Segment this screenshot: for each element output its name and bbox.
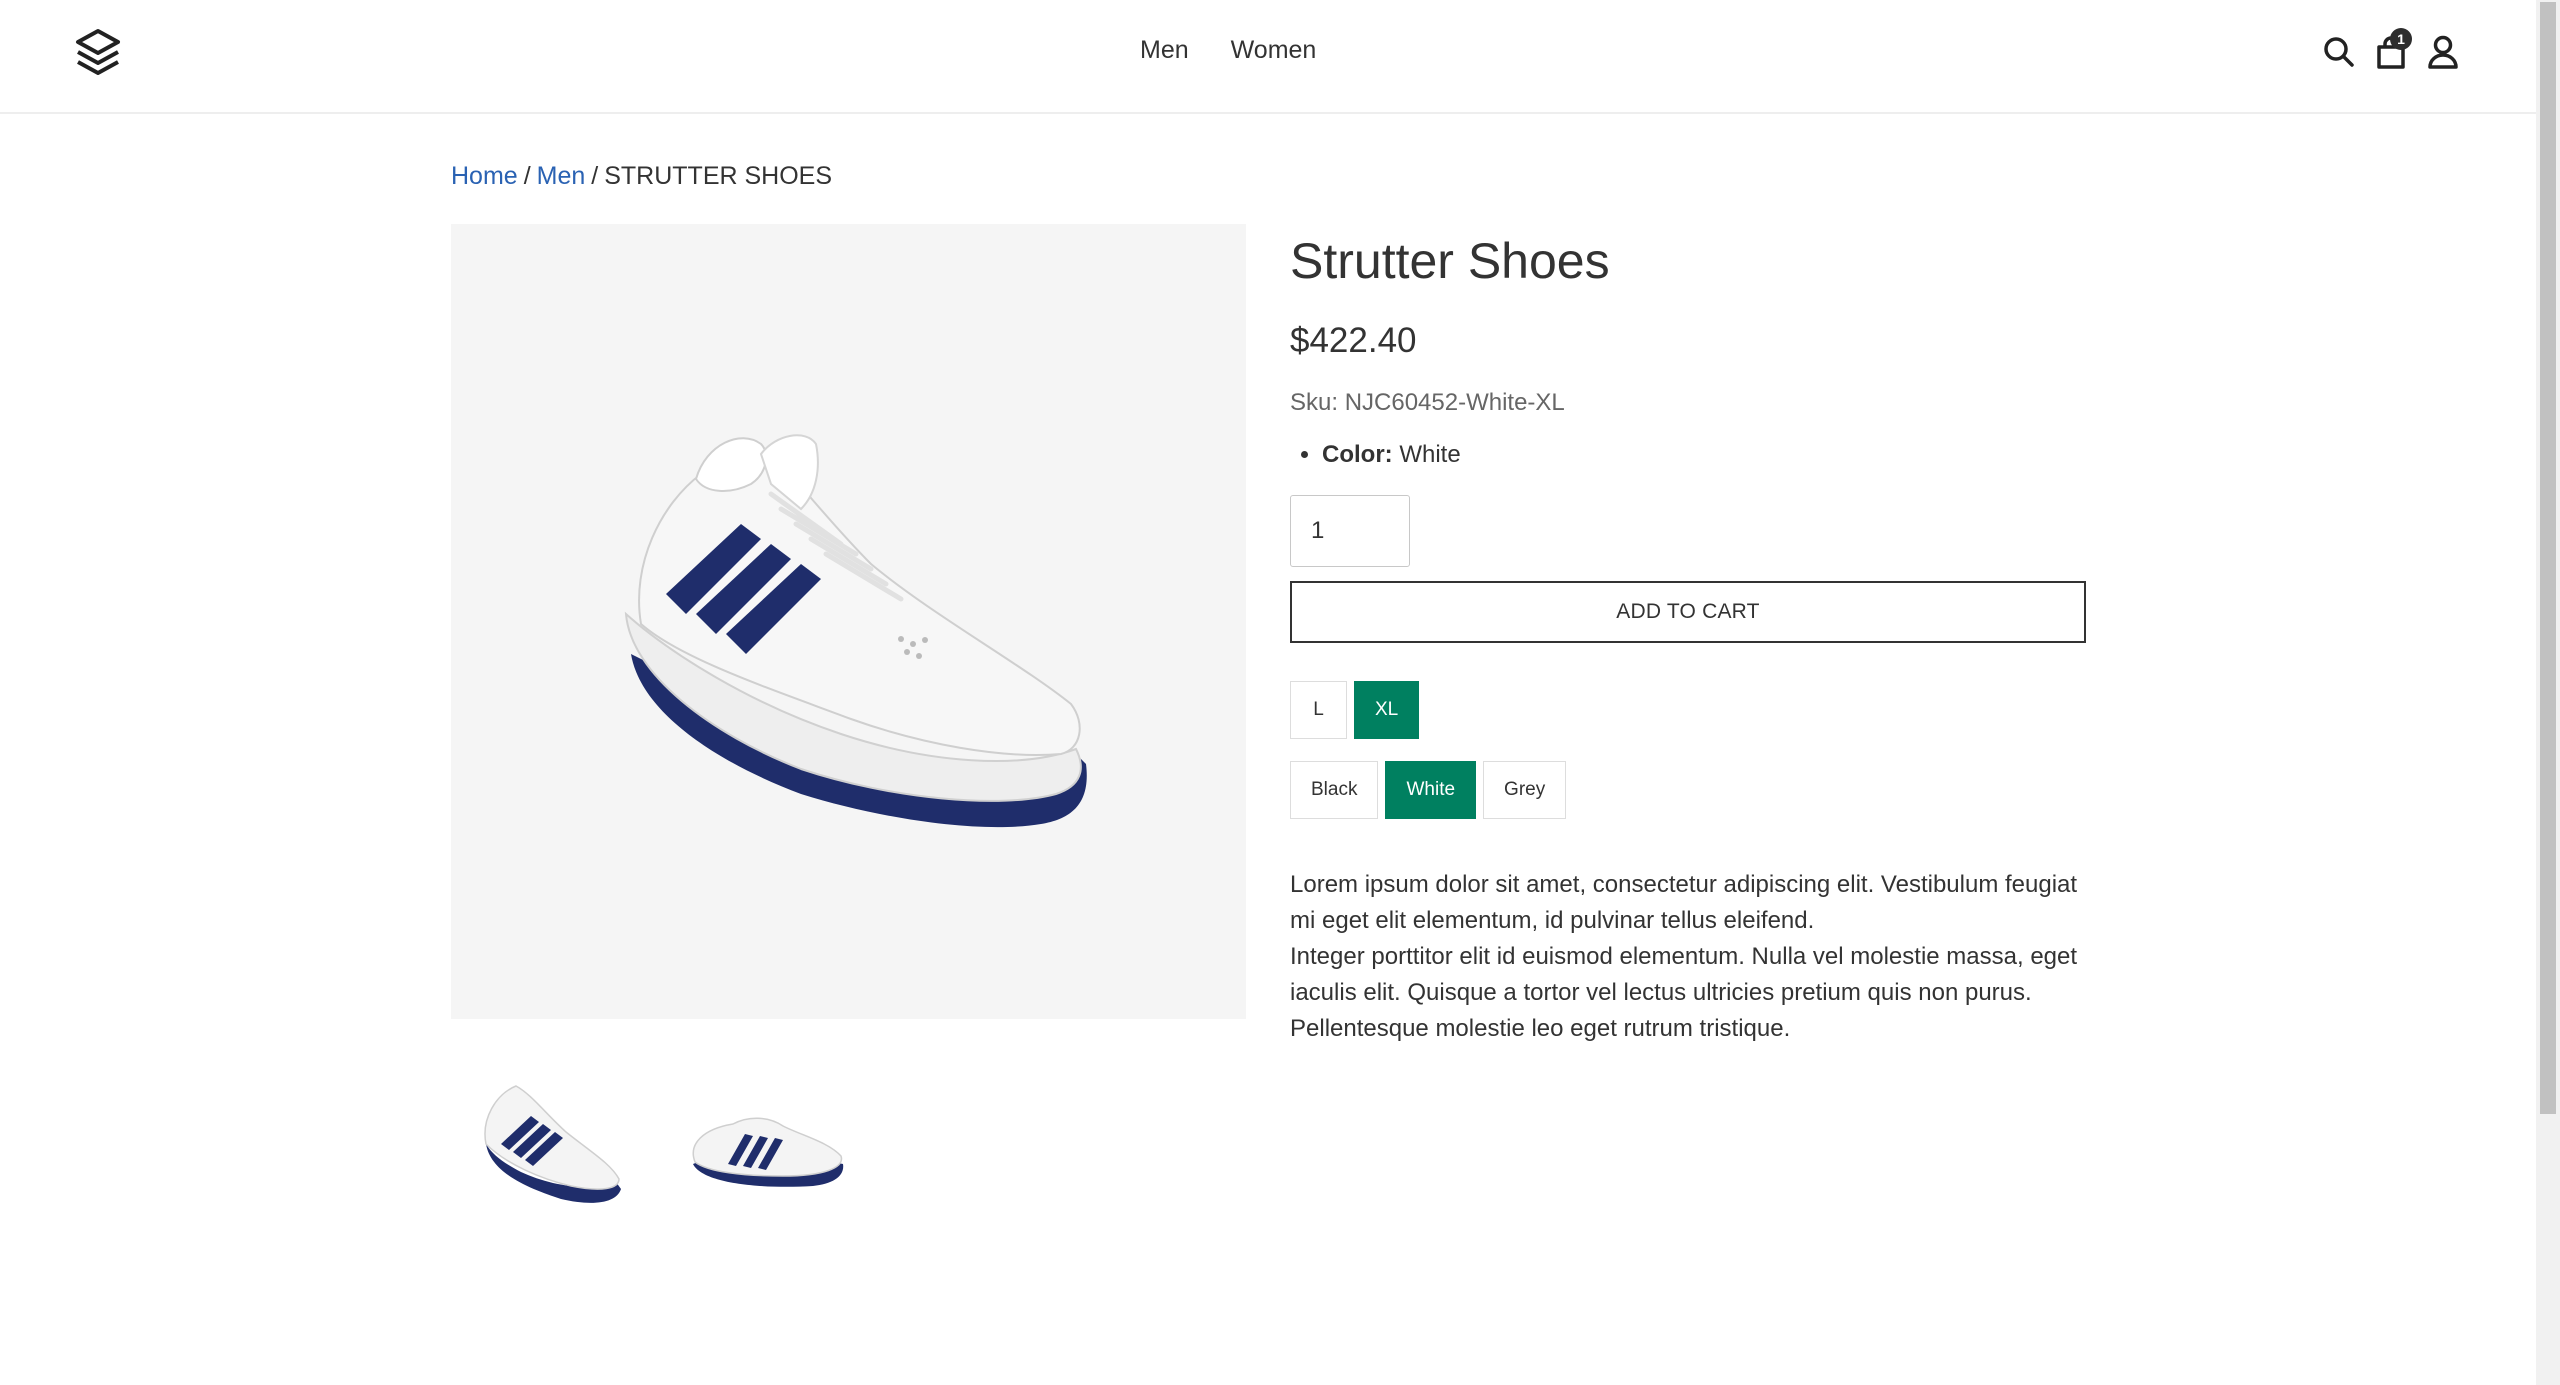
user-icon[interactable] [2426,34,2460,70]
quantity-input[interactable] [1290,495,1410,567]
product-thumbnail-2[interactable] [673,1064,855,1214]
product-sku: Sku: NJC60452-White-XL [1290,389,1565,416]
attribute-value: White [1399,441,1461,468]
nav-item-men[interactable]: Men [1140,36,1189,65]
size-option-xl[interactable]: XL [1354,681,1420,739]
search-icon[interactable] [2322,34,2356,70]
page-scrollbar[interactable] [2536,0,2560,1385]
description-paragraph: Integer porttitor elit id euismod elemen… [1290,943,2078,1042]
scrollbar-thumb[interactable] [2540,2,2556,1114]
header-actions: 1 [2322,28,2460,70]
size-option-l[interactable]: L [1290,681,1347,739]
cart-icon[interactable]: 1 [2374,28,2412,70]
color-option-black[interactable]: Black [1290,761,1379,819]
product-thumbnail-1[interactable] [451,1064,633,1214]
product-title: Strutter Shoes [1290,233,1610,289]
attribute-label: Color: [1322,441,1393,468]
product-price: $422.40 [1290,321,1417,360]
breadcrumb-separator: / [523,162,531,190]
product-main-image[interactable] [451,224,1246,1019]
layers-logo-icon[interactable] [74,28,122,78]
product-description: Lorem ipsum dolor sit amet, consectetur … [1290,867,2086,1047]
breadcrumb-men-link[interactable]: Men [537,162,586,190]
breadcrumb: Home / Men / STRUTTER SHOES [451,162,832,191]
product-attributes: Color: White [1290,437,2086,473]
main-nav: Men Women [1140,36,1316,65]
sneaker-image [624,434,1087,828]
product-thumbnails [451,1064,855,1214]
description-paragraph: Lorem ipsum dolor sit amet, consectetur … [1290,871,2078,934]
add-to-cart-button[interactable]: ADD TO CART [1290,581,2086,643]
color-options: Black White Grey [1290,761,2086,819]
color-option-grey[interactable]: Grey [1483,761,1567,819]
breadcrumb-current: STRUTTER SHOES [604,162,833,190]
breadcrumb-separator: / [591,162,599,190]
color-option-white[interactable]: White [1385,761,1477,819]
breadcrumb-home-link[interactable]: Home [451,162,518,190]
cart-count-badge: 1 [2390,28,2412,50]
site-header: Men Women 1 [0,0,2536,114]
product-info: Strutter Shoes $422.40 Sku: NJC60452-Whi… [1290,224,2086,1047]
size-options: L XL [1290,681,2086,739]
attribute-color: Color: White [1322,437,2086,473]
nav-item-women[interactable]: Women [1231,36,1317,65]
